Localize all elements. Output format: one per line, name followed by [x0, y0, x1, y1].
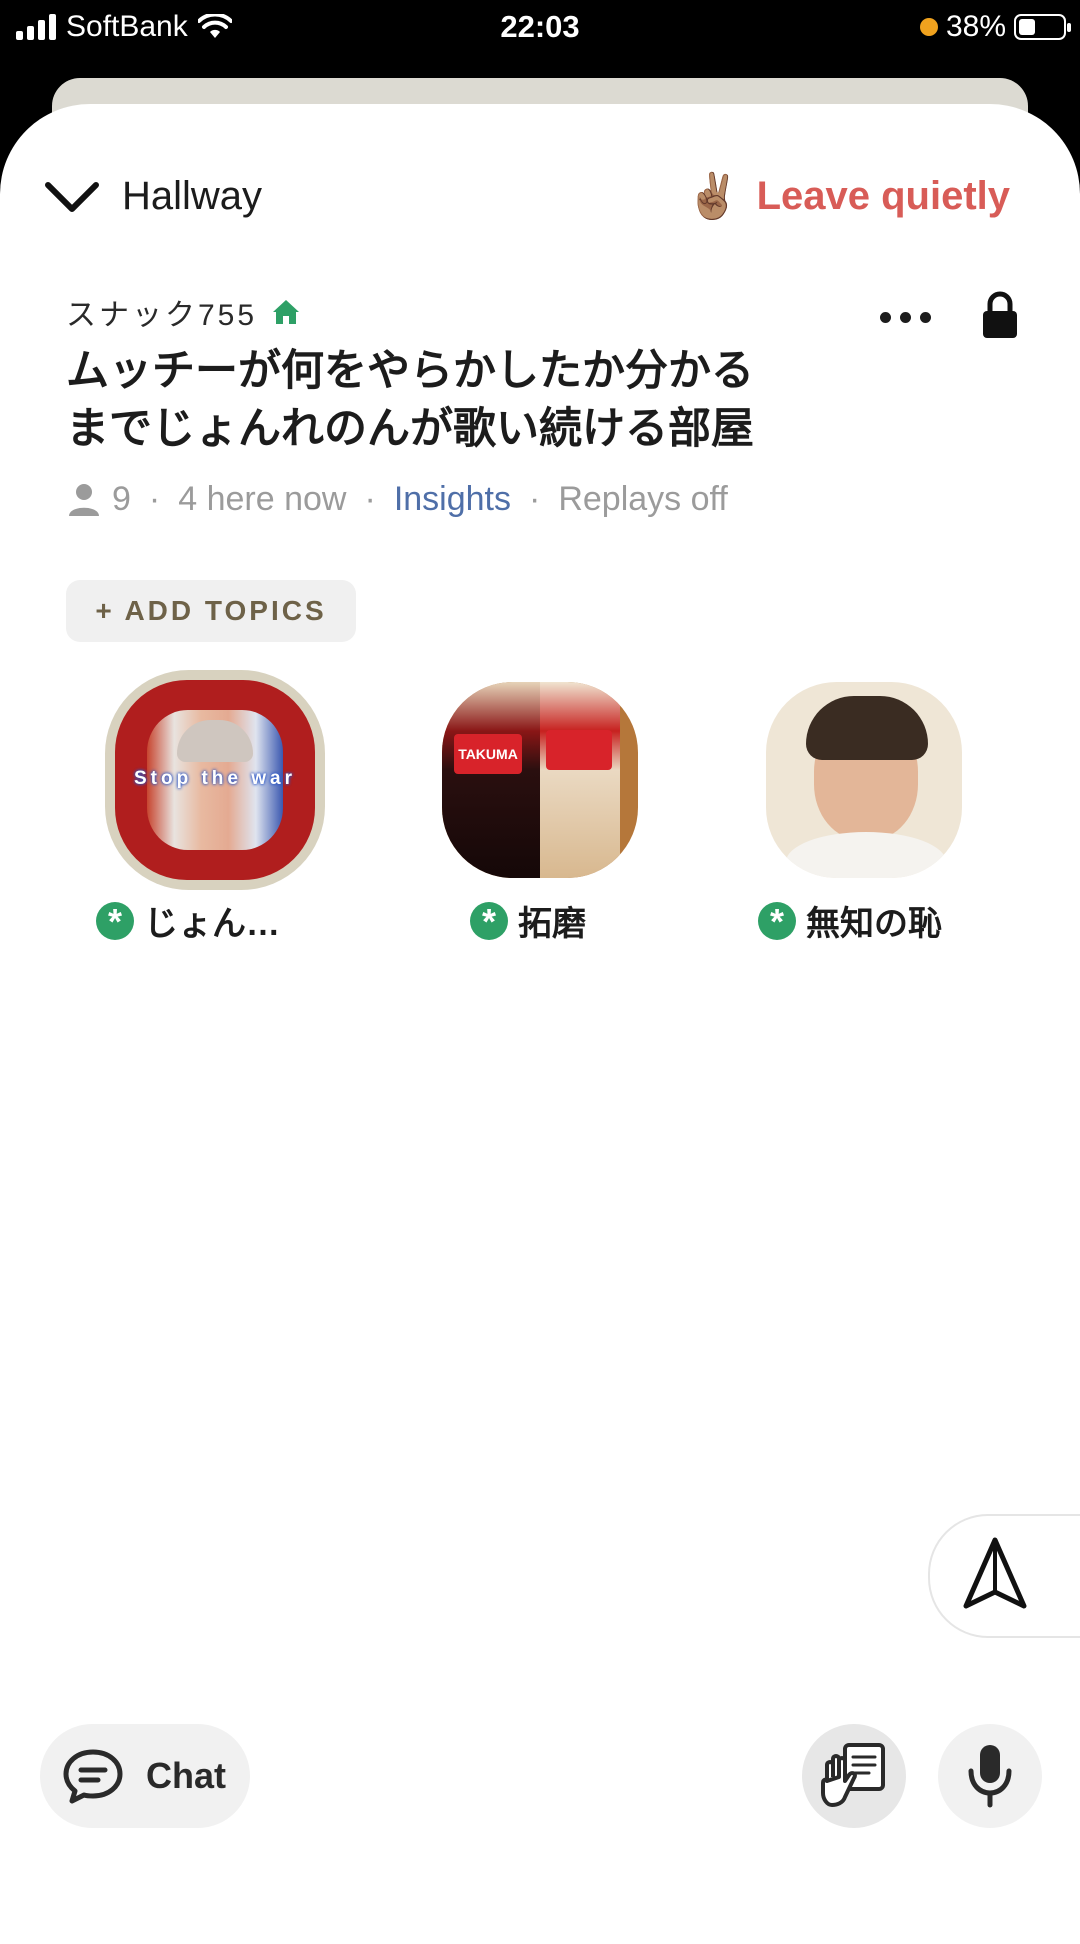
room-meta: 9 · 4 here now · Insights · Replays off — [68, 480, 728, 519]
raise-hand-button[interactable] — [802, 1724, 906, 1828]
battery-icon — [1014, 14, 1071, 40]
clock: 22:03 — [500, 9, 580, 44]
separator: · — [148, 480, 161, 518]
peace-hand-icon: ✌🏽 — [685, 172, 741, 221]
person-icon — [69, 483, 99, 516]
insights-link[interactable]: Insights — [394, 480, 511, 519]
leave-quietly-label: Leave quietly — [756, 173, 1010, 218]
club-link[interactable]: スナック755 — [66, 290, 301, 334]
speaker-name-row: * じょん… — [96, 896, 280, 945]
raise-hand-icon — [821, 1743, 885, 1807]
status-bar: SoftBank 22:03 38% — [0, 0, 1080, 60]
chat-bubble-icon — [63, 1749, 123, 1804]
avatar-overlay-text: TAKUMA — [458, 746, 518, 762]
speaker-avatar: Stop the war — [115, 680, 315, 880]
speaker-name-row: * 無知の恥 — [758, 896, 942, 945]
speaker-tile[interactable]: * 無知の恥 — [758, 680, 964, 950]
chat-button[interactable]: Chat — [40, 1724, 250, 1828]
house-icon — [273, 300, 300, 324]
more-options-icon[interactable] — [880, 312, 931, 323]
speaker-name: 拓磨 — [518, 905, 586, 943]
share-plane-icon — [963, 1537, 1027, 1609]
hallway-label: Hallway — [122, 174, 263, 218]
status-right: 38% — [919, 10, 1071, 44]
club-name: スナック755 — [66, 299, 258, 332]
speaker-avatar — [766, 682, 962, 878]
separator: · — [364, 480, 376, 518]
separator: · — [529, 480, 541, 518]
mic-indicator-icon — [919, 18, 938, 36]
speaker-tile[interactable]: TAKUMA * 拓磨 — [440, 680, 640, 950]
room-title: ムッチーが何をやらかしたか分かる までじょんれのんが歌い続ける部屋 — [66, 342, 846, 458]
moderator-icon: * — [96, 901, 134, 941]
speaker-name: 無知の恥 — [806, 905, 942, 943]
moderator-icon: * — [758, 901, 796, 941]
room-title-line: ムッチーが何をやらかしたか分かる — [66, 347, 754, 395]
add-topics-button[interactable]: + ADD TOPICS — [66, 580, 356, 642]
avatar-overlay-text: Stop the war — [133, 768, 296, 789]
replays-status: Replays off — [558, 480, 728, 518]
microphone-button[interactable] — [938, 1724, 1042, 1828]
speaker-name: じょん… — [144, 905, 280, 943]
room-title-line: までじょんれのんが歌い続ける部屋 — [66, 405, 754, 453]
speaker-name-row: * 拓磨 — [470, 896, 586, 945]
moderator-icon: * — [470, 901, 508, 941]
speaker-tile[interactable]: Stop the war * じょん… — [96, 668, 330, 948]
speaker-avatar: TAKUMA — [442, 682, 638, 878]
microphone-icon — [968, 1745, 1012, 1808]
hallway-button[interactable]: Hallway — [44, 174, 262, 219]
here-now: 4 here now — [178, 480, 347, 518]
chat-label: Chat — [146, 1755, 226, 1796]
chevron-down-icon — [45, 181, 99, 212]
battery-percent: 38% — [945, 10, 1006, 43]
share-button[interactable] — [928, 1514, 1080, 1638]
listener-count: 9 — [112, 480, 131, 518]
lock-icon — [983, 291, 1017, 338]
leave-quietly-button[interactable]: ✌🏽 Leave quietly — [686, 170, 1010, 222]
